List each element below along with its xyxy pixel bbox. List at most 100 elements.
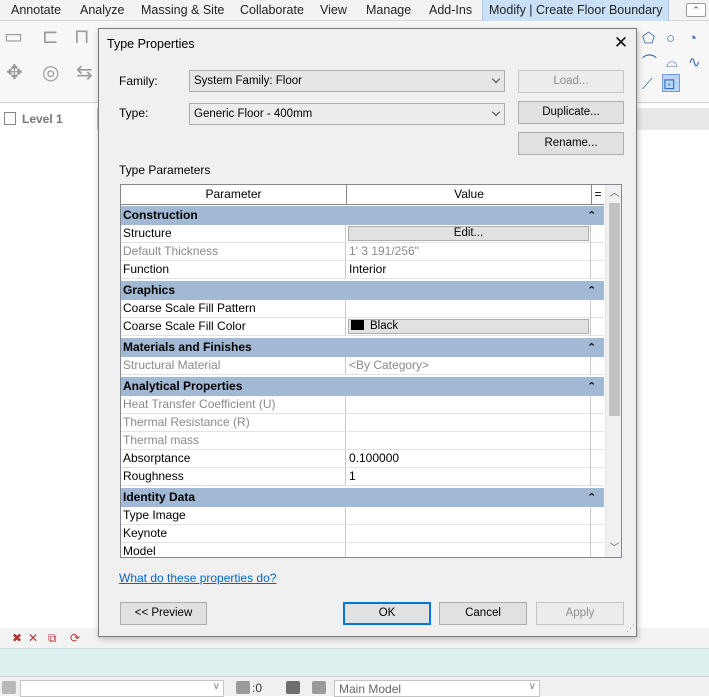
workset-combo[interactable]: ∨	[20, 680, 224, 697]
formula-cell[interactable]	[591, 543, 604, 557]
group-header-row[interactable]: Identity Data ⌃	[121, 488, 604, 507]
reveal-icon[interactable]: ⟳	[70, 631, 80, 645]
parameter-row[interactable]: Default Thickness 1' 3 191/256"	[121, 243, 604, 261]
spline-icon[interactable]: ∿	[688, 53, 701, 73]
circle-icon[interactable]: ○	[666, 29, 675, 49]
close-icon[interactable]: ✕	[611, 33, 631, 53]
parameter-value-cell[interactable]	[347, 300, 591, 318]
grid-scrollbar[interactable]: ︿ ﹀	[605, 185, 621, 557]
parameter-value-cell[interactable]	[347, 414, 591, 432]
parameter-value-cell[interactable]	[347, 507, 591, 525]
ribbon-tab-annotate[interactable]: Annotate	[11, 0, 61, 21]
pick-walls-icon[interactable]: ⊡	[662, 74, 680, 93]
parameter-row[interactable]: Coarse Scale Fill Pattern	[121, 300, 604, 318]
parameter-value-cell[interactable]	[347, 432, 591, 450]
collapse-icon[interactable]: ⌃	[587, 207, 596, 225]
scrollbar-thumb[interactable]	[609, 203, 620, 416]
preview-button[interactable]: << Preview	[120, 602, 207, 625]
parameter-value-cell[interactable]: 0.100000	[347, 450, 591, 468]
fillet-arc-icon[interactable]: ⌓	[666, 53, 678, 73]
collapse-icon[interactable]: ⌃	[587, 339, 596, 357]
design-option-combo[interactable]: Main Model ∨	[334, 680, 540, 697]
warning-icon[interactable]: ✖	[12, 631, 22, 645]
filter-icon[interactable]: ⧉	[48, 631, 57, 646]
formula-cell[interactable]	[591, 261, 604, 279]
parameter-row[interactable]: Coarse Scale Fill Color Black	[121, 318, 604, 336]
view-tab-level-1[interactable]: Level 1	[0, 108, 98, 130]
formula-cell[interactable]	[591, 357, 604, 375]
parameter-row[interactable]: Function Interior	[121, 261, 604, 279]
parameter-row[interactable]: Roughness 1	[121, 468, 604, 486]
help-link[interactable]: What do these properties do?	[119, 571, 276, 585]
delete-icon[interactable]: ✕	[28, 631, 38, 645]
arc-icon[interactable]: ◔	[688, 29, 697, 49]
fill-color-button[interactable]: Black	[348, 319, 589, 334]
ribbon-tab-massing-site[interactable]: Massing & Site	[141, 0, 224, 21]
parameter-row[interactable]: Absorptance 0.100000	[121, 450, 604, 468]
parameter-value-cell[interactable]	[347, 525, 591, 543]
group-header-row[interactable]: Graphics ⌃	[121, 281, 604, 300]
paste-icon[interactable]: ▭	[4, 27, 23, 47]
parameter-value-cell[interactable]: 1	[347, 468, 591, 486]
collapse-icon[interactable]: ⌃	[587, 378, 596, 396]
formula-cell[interactable]	[591, 396, 604, 414]
resize-grip-icon[interactable]: ⋰	[626, 623, 635, 634]
duplicate-button[interactable]: Duplicate...	[518, 101, 624, 124]
formula-cell[interactable]	[591, 507, 604, 525]
formula-cell[interactable]	[591, 525, 604, 543]
ribbon-minimize-icon[interactable]: ⌃	[686, 3, 706, 17]
rotate-icon[interactable]: ◎	[42, 63, 59, 83]
formula-cell[interactable]	[591, 468, 604, 486]
cut-icon[interactable]: ⊏	[42, 27, 59, 47]
parameter-value-cell[interactable]	[347, 543, 591, 557]
parameter-row[interactable]: Keynote	[121, 525, 604, 543]
pick-lines-icon[interactable]: ⟋	[642, 75, 653, 95]
parameter-row[interactable]: Thermal Resistance (R)	[121, 414, 604, 432]
scroll-down-icon[interactable]: ﹀	[606, 540, 621, 557]
formula-cell[interactable]	[591, 225, 604, 243]
rename-button[interactable]: Rename...	[518, 132, 624, 155]
parameter-value-cell[interactable]	[347, 396, 591, 414]
ribbon-tab-collaborate[interactable]: Collaborate	[240, 0, 304, 21]
parameter-value-cell[interactable]: Interior	[347, 261, 591, 279]
parameter-row[interactable]: Heat Transfer Coefficient (U)	[121, 396, 604, 414]
move-icon[interactable]: ✥	[6, 63, 23, 83]
group-header-row[interactable]: Analytical Properties ⌃	[121, 377, 604, 396]
formula-cell[interactable]	[591, 414, 604, 432]
ribbon-tab-modify-floor-boundary[interactable]: Modify | Create Floor Boundary	[482, 0, 670, 21]
family-select[interactable]: System Family: Floor	[189, 70, 505, 92]
parameter-value-cell[interactable]: Black	[347, 318, 591, 336]
formula-cell[interactable]	[591, 243, 604, 261]
ribbon-tab-add-ins[interactable]: Add-Ins	[429, 0, 472, 21]
parameter-row[interactable]: Model	[121, 543, 604, 557]
column-header-value[interactable]: Value	[347, 185, 592, 205]
type-select[interactable]: Generic Floor - 400mm	[189, 103, 505, 125]
formula-cell[interactable]	[591, 318, 604, 336]
tangent-arc-icon[interactable]: ⌒	[642, 53, 657, 73]
parameter-value-cell[interactable]: Edit...	[347, 225, 591, 243]
ok-button[interactable]: OK	[343, 602, 431, 625]
parameter-row[interactable]: Structure Edit...	[121, 225, 604, 243]
parameter-row[interactable]: Thermal mass	[121, 432, 604, 450]
group-header-row[interactable]: Construction ⌃	[121, 206, 604, 225]
column-header-parameter[interactable]: Parameter	[121, 185, 347, 205]
apply-button[interactable]: Apply	[536, 602, 624, 625]
array-icon[interactable]: ⇆	[76, 63, 93, 83]
polygon-icon[interactable]: ⬠	[642, 29, 655, 49]
join-icon[interactable]: ⊓	[74, 27, 90, 47]
load-button[interactable]: Load...	[518, 70, 624, 93]
ribbon-tab-view[interactable]: View	[320, 0, 347, 21]
edit-structure-button[interactable]: Edit...	[348, 226, 589, 241]
cancel-button[interactable]: Cancel	[439, 602, 527, 625]
parameter-row[interactable]: Type Image	[121, 507, 604, 525]
ribbon-tab-manage[interactable]: Manage	[366, 0, 411, 21]
collapse-icon[interactable]: ⌃	[587, 282, 596, 300]
collapse-icon[interactable]: ⌃	[587, 489, 596, 507]
column-header-formula[interactable]: =	[592, 185, 604, 205]
parameter-value-cell[interactable]: 1' 3 191/256"	[347, 243, 591, 261]
parameter-row[interactable]: Structural Material <By Category>	[121, 357, 604, 375]
group-header-row[interactable]: Materials and Finishes ⌃	[121, 338, 604, 357]
formula-cell[interactable]	[591, 450, 604, 468]
ribbon-tab-analyze[interactable]: Analyze	[80, 0, 124, 21]
formula-cell[interactable]	[591, 300, 604, 318]
